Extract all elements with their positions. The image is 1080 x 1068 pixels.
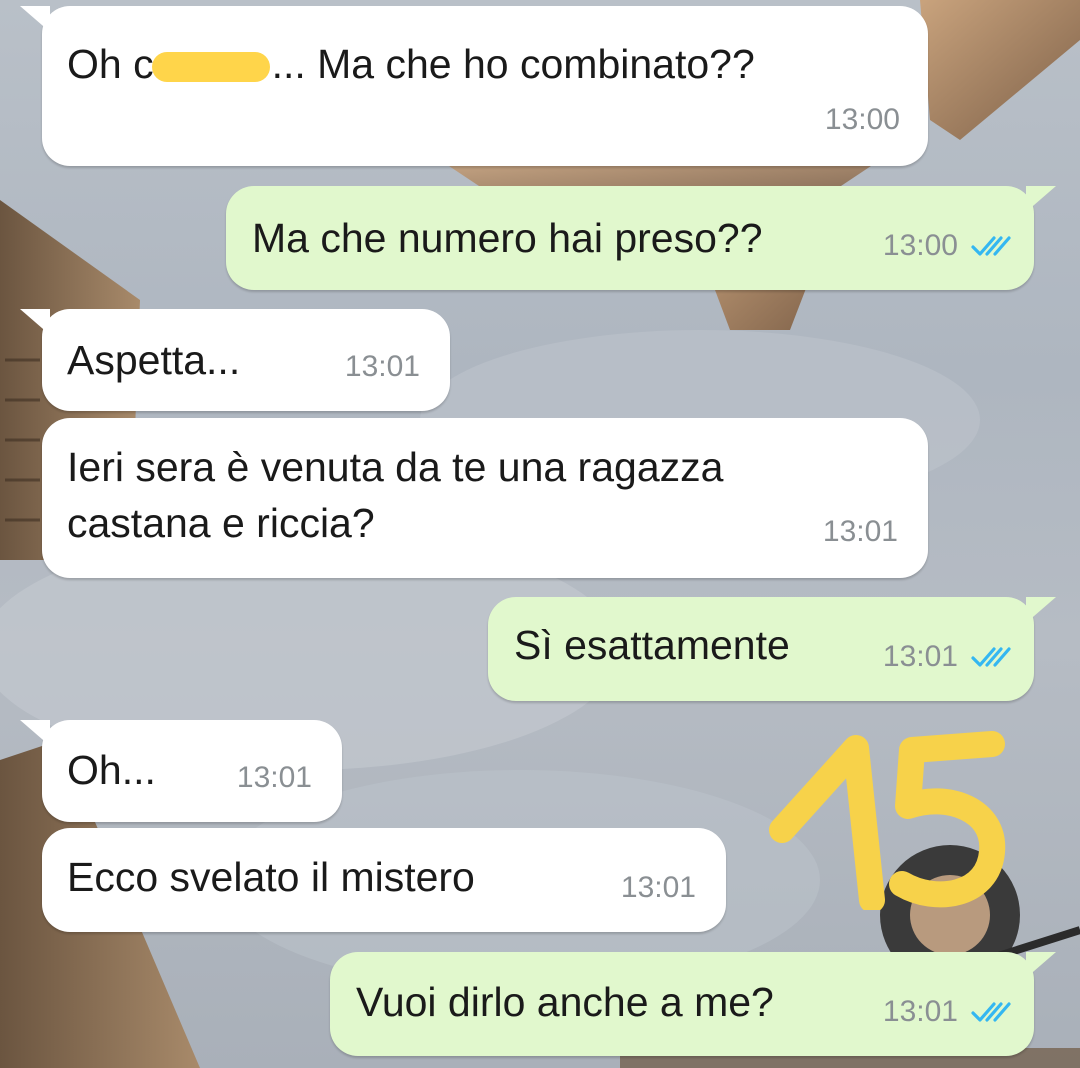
- message-time: 13:01: [344, 350, 420, 383]
- message-bubble-outgoing[interactable]: Ma che numero hai preso?? 13:00: [226, 186, 1056, 290]
- message-text: Vuoi dirlo anche a me?: [356, 979, 774, 1025]
- message-meta: 13:00: [825, 92, 900, 148]
- message-bubble-outgoing[interactable]: Sì esattamente 13:01: [488, 597, 1056, 701]
- message-bubble-incoming[interactable]: Ieri sera è venuta da te una ragazza cas…: [42, 418, 928, 578]
- message-time: 13:00: [882, 229, 958, 262]
- message-time: 13:01: [822, 515, 898, 548]
- message-meta: 13:01: [621, 860, 696, 916]
- double-check-read-icon: [971, 236, 1011, 256]
- message-text: Sì esattamente: [514, 622, 790, 668]
- message-bubble-incoming[interactable]: Ecco svelato il mistero 13:01: [42, 828, 726, 932]
- double-check-read-icon: [971, 647, 1011, 667]
- message-text: Ieri sera è venuta da te una ragazza cas…: [67, 444, 724, 546]
- message-time: 13:01: [882, 640, 958, 673]
- message-meta: 13:01: [237, 750, 312, 806]
- message-time: 13:01: [882, 995, 958, 1028]
- message-text: Ma che numero hai preso??: [252, 215, 763, 261]
- message-meta: 13:01: [823, 504, 898, 560]
- double-check-read-icon: [971, 1002, 1011, 1022]
- message-list[interactable]: Oh c... Ma che ho combinato?? 13:00 Ma c…: [0, 0, 1080, 1068]
- message-meta: 13:01: [883, 984, 1014, 1040]
- message-text: Ecco svelato il mistero: [67, 854, 475, 900]
- message-text: Oh c... Ma che ho combinato??: [67, 41, 755, 87]
- message-text: Oh...: [67, 747, 156, 793]
- message-time: 13:01: [620, 871, 696, 904]
- message-meta: 13:01: [883, 629, 1014, 685]
- message-meta: 13:01: [345, 339, 420, 395]
- message-time: 13:00: [824, 103, 900, 136]
- message-time: 13:01: [236, 761, 312, 794]
- message-bubble-incoming[interactable]: Oh c... Ma che ho combinato?? 13:00: [20, 6, 928, 166]
- redaction-mark: [151, 52, 270, 83]
- message-bubble-incoming[interactable]: Aspetta... 13:01: [20, 309, 450, 411]
- message-bubble-incoming[interactable]: Oh... 13:01: [20, 720, 342, 822]
- message-text: Aspetta...: [67, 337, 241, 383]
- message-bubble-outgoing[interactable]: Vuoi dirlo anche a me? 13:01: [330, 952, 1056, 1056]
- handwritten-number-annotation: [769, 731, 1006, 910]
- message-meta: 13:00: [883, 218, 1014, 274]
